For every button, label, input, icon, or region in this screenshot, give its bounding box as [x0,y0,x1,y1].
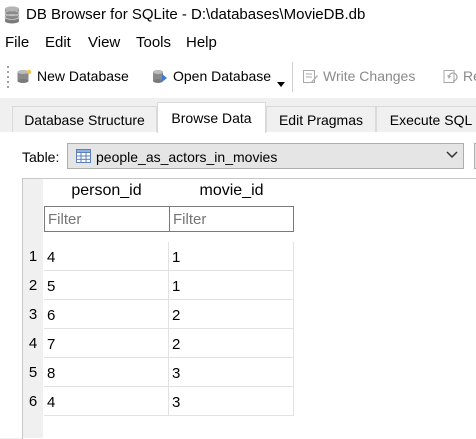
tab-database-structure[interactable]: Database Structure [12,106,157,132]
open-database-icon [153,69,167,83]
table-select-value: people_as_actors_in_movies [96,149,278,165]
write-changes-icon [303,69,318,83]
table-cell-person-id[interactable]: 7 [44,329,169,358]
row-number[interactable]: 4 [23,335,43,352]
table-cell-movie-id[interactable]: 2 [169,300,294,329]
row-number[interactable]: 1 [23,248,43,265]
filter-input-movie-id[interactable] [169,206,294,232]
table-cell-person-id[interactable]: 4 [44,387,169,416]
revert-changes-label: Re [463,68,476,84]
menu-file[interactable]: File [5,34,29,51]
new-database-icon [17,69,32,83]
new-database-label: New Database [37,68,129,84]
filter-input-person-id[interactable] [44,206,170,232]
tab-edit-pragmas[interactable]: Edit Pragmas [266,106,376,132]
table-cell-movie-id[interactable]: 3 [169,387,294,416]
column-header-movie-id[interactable]: movie_id [169,182,294,206]
table-cell-person-id[interactable]: 6 [44,300,169,329]
write-changes-label: Write Changes [323,68,416,84]
table-label: Table: [22,149,60,165]
revert-changes-button[interactable]: Re [442,66,476,86]
revert-icon [443,69,458,83]
table-cell-movie-id[interactable]: 3 [169,358,294,387]
row-number[interactable]: 3 [23,306,43,323]
table-icon [76,149,91,163]
row-number[interactable]: 6 [23,393,43,410]
table-cell-person-id[interactable]: 5 [44,271,169,300]
menu-bar [0,30,476,56]
open-database-button[interactable]: Open Database [152,66,271,86]
chevron-down-icon [446,151,458,159]
new-database-button[interactable]: New Database [16,66,129,86]
column-header-person-id[interactable]: person_id [44,182,169,206]
row-number[interactable]: 2 [23,277,43,294]
menu-edit[interactable]: Edit [45,34,71,51]
table-cell-movie-id[interactable]: 1 [169,242,294,271]
table-cell-person-id[interactable]: 8 [44,358,169,387]
menu-help[interactable]: Help [186,34,217,51]
open-database-dropdown-icon[interactable] [277,82,285,88]
menu-tools[interactable]: Tools [136,34,171,51]
open-database-label: Open Database [173,68,272,84]
write-changes-button[interactable]: Write Changes [302,66,415,86]
tab-execute-sql[interactable]: Execute SQL [376,106,476,132]
database-cylinder-icon [4,6,20,24]
tab-browse-data[interactable]: Browse Data [157,102,266,133]
row-number[interactable]: 5 [23,364,43,381]
table-cell-person-id[interactable]: 4 [44,242,169,271]
window-title: DB Browser for SQLite - D:\databases\Mov… [26,6,366,23]
toolbar-grip-icon[interactable] [6,64,10,90]
table-cell-movie-id[interactable]: 2 [169,329,294,358]
menu-view[interactable]: View [88,34,120,51]
table-cell-movie-id[interactable]: 1 [169,271,294,300]
toolbar-separator [292,62,293,92]
